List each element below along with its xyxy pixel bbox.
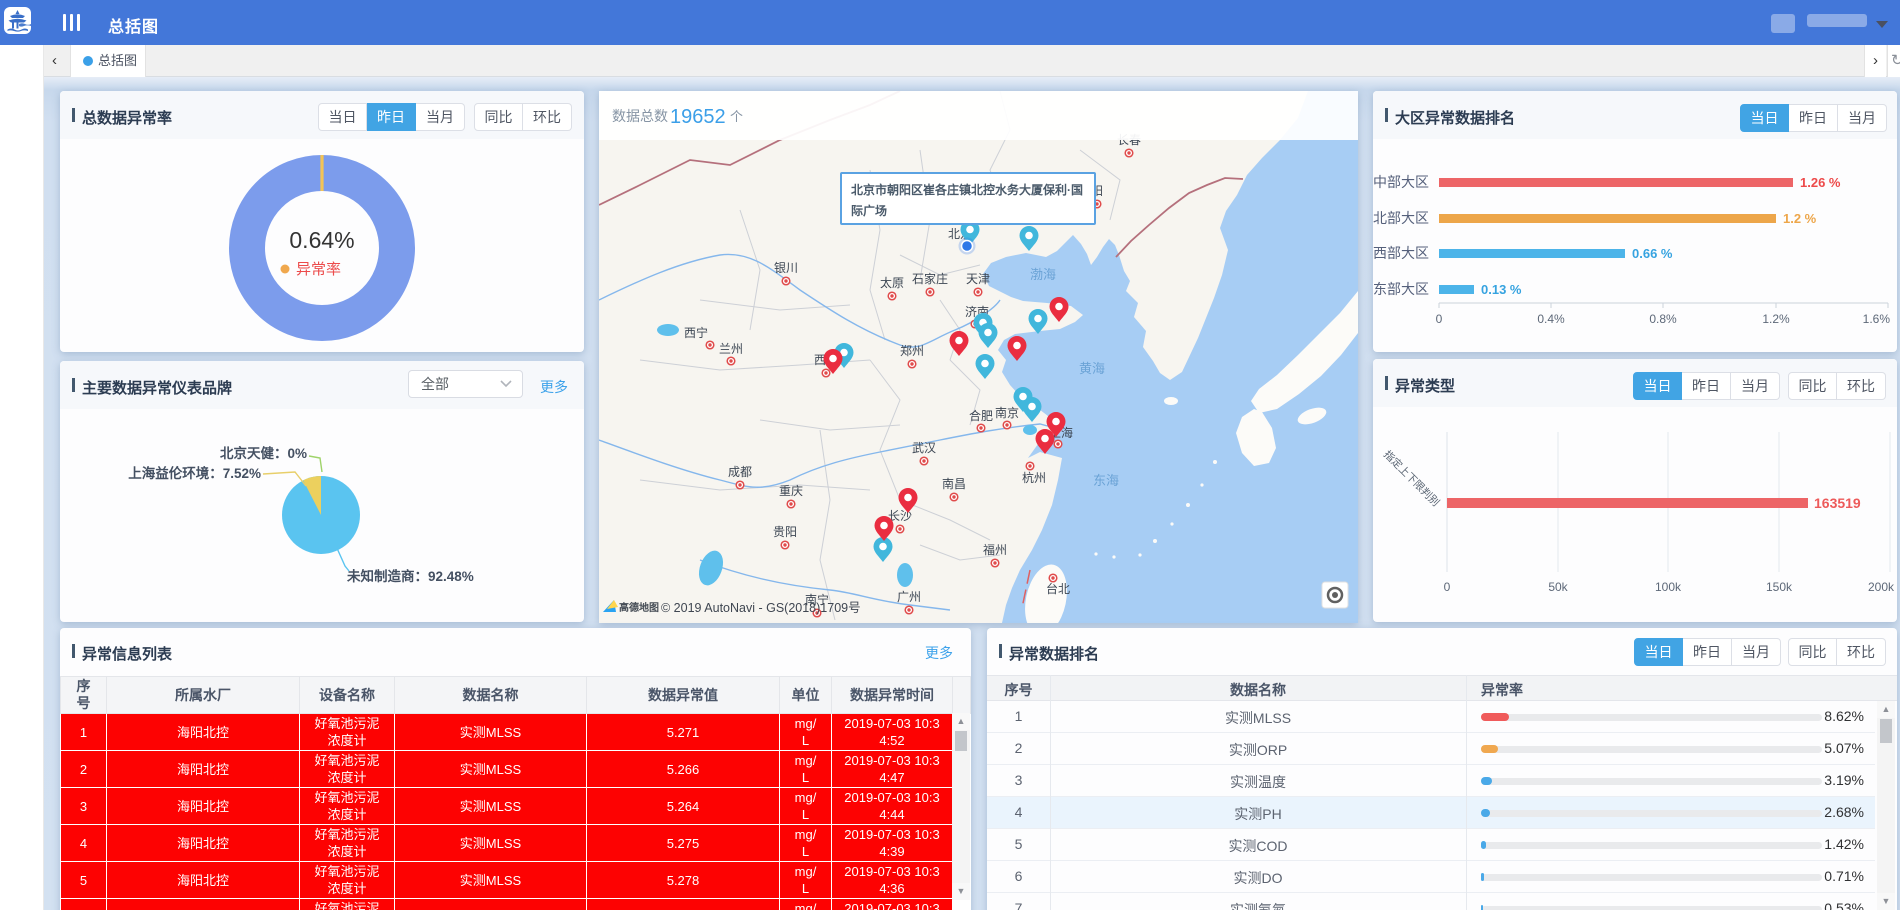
svg-text:北部大区: 北部大区 [1373,210,1429,226]
svg-text:福州: 福州 [983,542,1007,557]
svg-text:个: 个 [730,109,743,124]
svg-text:© 2019 AutoNavi - GS(2018)1709: © 2019 AutoNavi - GS(2018)1709号 [661,601,861,615]
svg-text:西宁: 西宁 [684,325,708,340]
svg-text:19652: 19652 [670,106,726,128]
svg-text:东海: 东海 [1093,473,1119,488]
svg-text:0.4%: 0.4% [1537,312,1565,326]
svg-text:贵阳: 贵阳 [773,525,797,539]
svg-text:合肥: 合肥 [969,408,993,423]
svg-text:重庆: 重庆 [779,484,803,498]
svg-text:100k: 100k [1655,580,1682,594]
svg-text:0.66 %: 0.66 % [1632,246,1673,261]
svg-text:数据总数: 数据总数 [612,108,668,124]
svg-text:兰州: 兰州 [719,342,743,356]
svg-text:郑州: 郑州 [900,343,924,358]
svg-text:未知制造商：92.48%: 未知制造商：92.48% [347,568,474,584]
svg-text:0: 0 [1444,580,1451,594]
svg-text:天津: 天津 [966,272,990,286]
svg-text:银川: 银川 [774,261,798,275]
svg-text:0.64%: 0.64% [289,227,354,253]
svg-text:50k: 50k [1548,580,1568,594]
svg-text:太原: 太原 [880,275,904,290]
svg-text:异常率: 异常率 [296,261,341,278]
svg-text:1.2%: 1.2% [1762,312,1790,326]
svg-text:南京: 南京 [995,405,1019,420]
svg-text:上海益伦环境：7.52%: 上海益伦环境：7.52% [128,465,261,481]
svg-text:高德地图: 高德地图 [619,601,659,614]
svg-text:台北: 台北 [1046,581,1070,596]
svg-text:0.8%: 0.8% [1649,312,1677,326]
svg-text:0: 0 [1436,312,1443,326]
svg-text:南昌: 南昌 [942,476,966,491]
svg-text:东部大区: 东部大区 [1373,281,1429,297]
svg-text:163519: 163519 [1814,495,1861,511]
svg-text:150k: 150k [1766,580,1793,594]
svg-text:黄海: 黄海 [1079,361,1105,376]
svg-text:200k: 200k [1868,580,1895,594]
svg-text:北京天健：0%: 北京天健：0% [220,445,307,461]
svg-text:中部大区: 中部大区 [1373,174,1429,190]
svg-text:成都: 成都 [728,465,752,479]
svg-text:杭州: 杭州 [1022,470,1046,485]
svg-text:渤海: 渤海 [1030,267,1056,282]
svg-text:广州: 广州 [897,590,921,604]
svg-text:1.26 %: 1.26 % [1800,175,1841,190]
svg-text:0.13 %: 0.13 % [1481,282,1522,297]
svg-text:武汉: 武汉 [912,441,936,455]
svg-text:1.6%: 1.6% [1863,312,1891,326]
svg-text:指定上下限判别: 指定上下限判别 [1381,448,1442,509]
svg-text:石家庄: 石家庄 [912,271,948,286]
svg-text:1.2 %: 1.2 % [1783,211,1817,226]
svg-text:西部大区: 西部大区 [1373,245,1429,261]
